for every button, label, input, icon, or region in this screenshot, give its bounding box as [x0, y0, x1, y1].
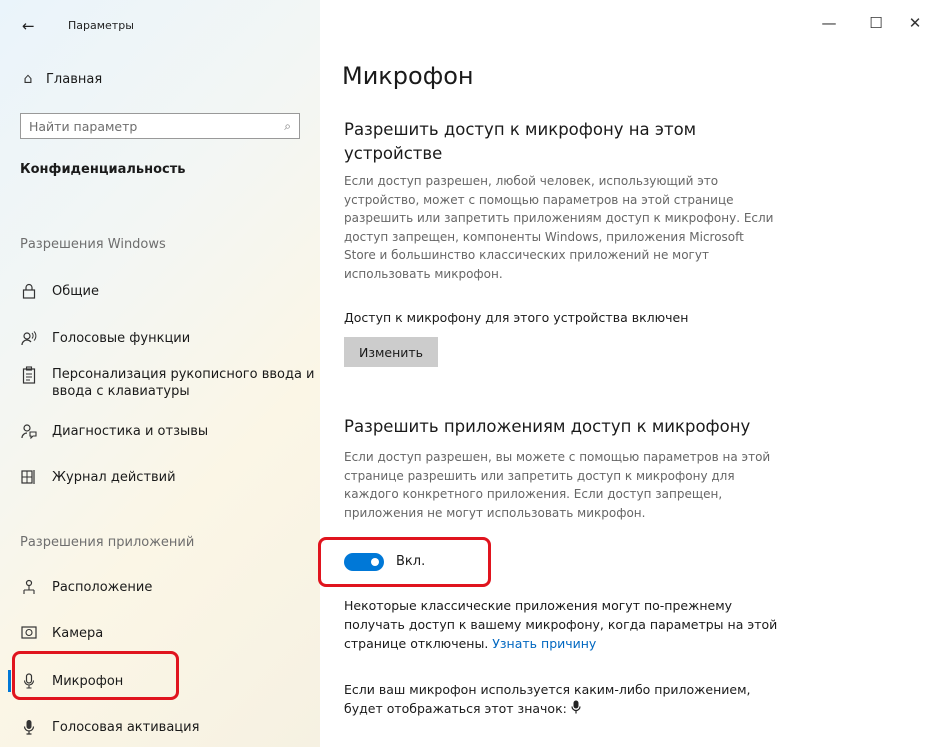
sidebar-item-voice-activation[interactable]: Голосовая активация — [20, 719, 322, 740]
sidebar-item-label: Голосовые функции — [52, 331, 191, 346]
group-label-apps: Разрешения приложений — [20, 535, 195, 550]
section-title: Конфиденциальность — [20, 162, 186, 177]
learn-why-link[interactable]: Узнать причину — [492, 636, 596, 651]
sidebar-item-label: Диагностика и отзывы — [52, 424, 209, 439]
lock-icon — [20, 283, 38, 304]
highlight-box-microphone-nav — [12, 651, 179, 700]
sidebar-item-speech[interactable]: Голосовые функции — [20, 330, 322, 351]
sidebar-item-activity[interactable]: Журнал действий — [20, 469, 322, 490]
page-title: Микрофон — [342, 62, 474, 90]
sidebar-item-label: Общие — [52, 284, 99, 299]
sidebar-item-location[interactable]: Расположение — [20, 579, 322, 600]
active-indicator — [8, 670, 11, 692]
change-button[interactable]: Изменить — [344, 337, 438, 367]
device-heading-line1: Разрешить доступ к микрофону на этом — [344, 120, 697, 139]
search-icon: ⌕ — [284, 118, 291, 133]
nav-home-label: Главная — [46, 71, 103, 87]
device-section-description: Если доступ разрешен, любой человек, исп… — [344, 174, 774, 281]
apps-section-heading: Разрешить приложениям доступ к микрофону — [344, 417, 751, 436]
device-heading-line2: устройстве — [344, 144, 443, 163]
sidebar-item-label: Расположение — [52, 580, 153, 595]
apps-section-description: Если доступ разрешен, вы можете с помощь… — [344, 450, 771, 520]
minimize-button[interactable]: — — [819, 14, 839, 32]
sidebar-item-label: Персонализация рукописного ввода и ввода… — [52, 367, 315, 399]
handwriting-icon — [20, 366, 38, 389]
microphone-icon — [571, 700, 581, 719]
sidebar-item-label: Журнал действий — [52, 470, 176, 485]
device-section-heading: Разрешить доступ к микрофону на этом уст… — [344, 118, 696, 166]
sidebar-item-general[interactable]: Общие — [20, 283, 322, 304]
indicator-note-text: Если ваш микрофон используется каким-либ… — [344, 682, 751, 716]
indicator-note: Если ваш микрофон используется каким-либ… — [344, 680, 774, 719]
nav-home[interactable]: ⌂ Главная — [20, 68, 103, 90]
device-access-status: Доступ к микрофону для этого устройства … — [344, 310, 689, 325]
sidebar-item-handwriting[interactable]: Персонализация рукописного ввода и ввода… — [20, 366, 322, 400]
speech-icon — [20, 330, 38, 351]
sidebar-item-label: Камера — [52, 626, 104, 641]
home-icon: ⌂ — [23, 71, 33, 87]
sidebar-item-diagnostics[interactable]: Диагностика и отзывы — [20, 423, 322, 444]
location-icon — [20, 579, 38, 600]
highlight-box-toggle — [318, 537, 491, 587]
sidebar-item-label: Голосовая активация — [52, 720, 200, 735]
sidebar-item-camera[interactable]: Камера — [20, 625, 322, 644]
back-arrow-icon[interactable]: ← — [22, 17, 35, 35]
close-button[interactable]: ✕ — [905, 14, 925, 32]
classic-apps-note: Некоторые классические приложения могут … — [344, 596, 789, 653]
maximize-button[interactable]: ☐ — [866, 14, 886, 32]
voice-activation-icon — [20, 719, 38, 740]
group-label-windows: Разрешения Windows — [20, 237, 166, 252]
search-placeholder: Найти параметр — [29, 118, 138, 134]
search-input[interactable]: Найти параметр ⌕ — [20, 113, 300, 139]
timeline-icon — [20, 469, 38, 490]
sidebar: ← Параметры ⌂ Главная Найти параметр ⌕ К… — [0, 0, 320, 747]
window-title: Параметры — [68, 19, 134, 32]
feedback-icon — [20, 423, 38, 444]
camera-icon — [20, 625, 38, 644]
